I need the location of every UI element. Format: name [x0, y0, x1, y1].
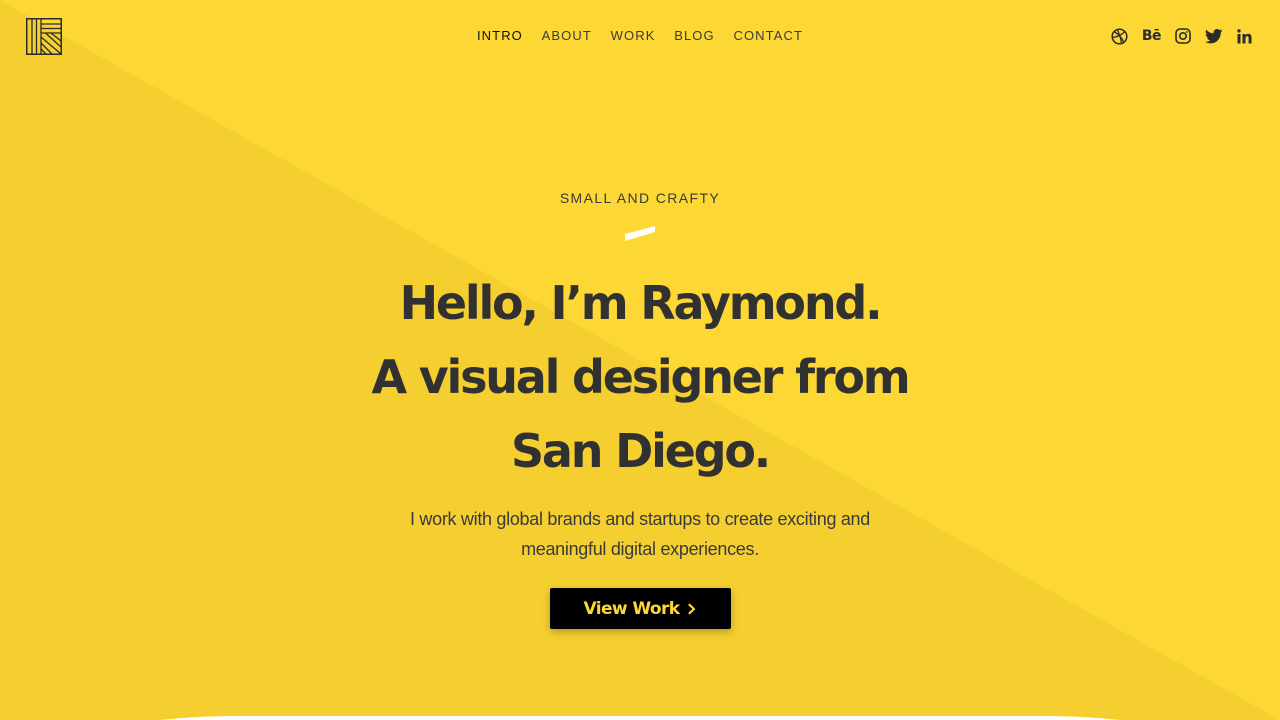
main-nav: INTRO ABOUT WORK BLOG CONTACT	[0, 28, 1280, 43]
headline-line-1: Hello, I’m Raymond.	[399, 276, 883, 330]
landing-page: INTRO ABOUT WORK BLOG CONTACT Bē SMALL A…	[0, 0, 1280, 720]
nav-contact[interactable]: CONTACT	[733, 28, 803, 43]
twitter-icon[interactable]	[1205, 27, 1223, 45]
nav-blog[interactable]: BLOG	[674, 28, 715, 43]
site-header: INTRO ABOUT WORK BLOG CONTACT Bē	[0, 0, 1280, 74]
dribbble-icon[interactable]	[1111, 27, 1128, 45]
lead-line-2: meaningful digital experiences.	[521, 539, 759, 559]
nav-about[interactable]: ABOUT	[542, 28, 592, 43]
hero-lead: I work with global brands and startups t…	[0, 504, 1280, 564]
linkedin-icon[interactable]	[1237, 27, 1252, 45]
hero-headline: Hello, I’m Raymond. A visual designer fr…	[0, 266, 1280, 488]
social-links: Bē	[1111, 27, 1252, 45]
view-work-button[interactable]: View Work	[550, 588, 731, 629]
nav-work[interactable]: WORK	[611, 28, 656, 43]
lead-line-1: I work with global brands and startups t…	[410, 509, 870, 529]
headline-line-2: A visual designer from	[371, 350, 911, 404]
section-divider-curve	[160, 716, 1120, 720]
hero-eyebrow: SMALL AND CRAFTY	[559, 190, 721, 206]
behance-icon[interactable]: Bē	[1142, 27, 1162, 45]
headline-line-3: San Diego.	[510, 424, 771, 478]
nav-intro[interactable]: INTRO	[477, 28, 523, 43]
chevron-right-icon	[687, 603, 697, 615]
accent-dash-icon	[625, 226, 655, 241]
view-work-label: View Work	[583, 598, 681, 619]
instagram-icon[interactable]	[1175, 27, 1191, 45]
